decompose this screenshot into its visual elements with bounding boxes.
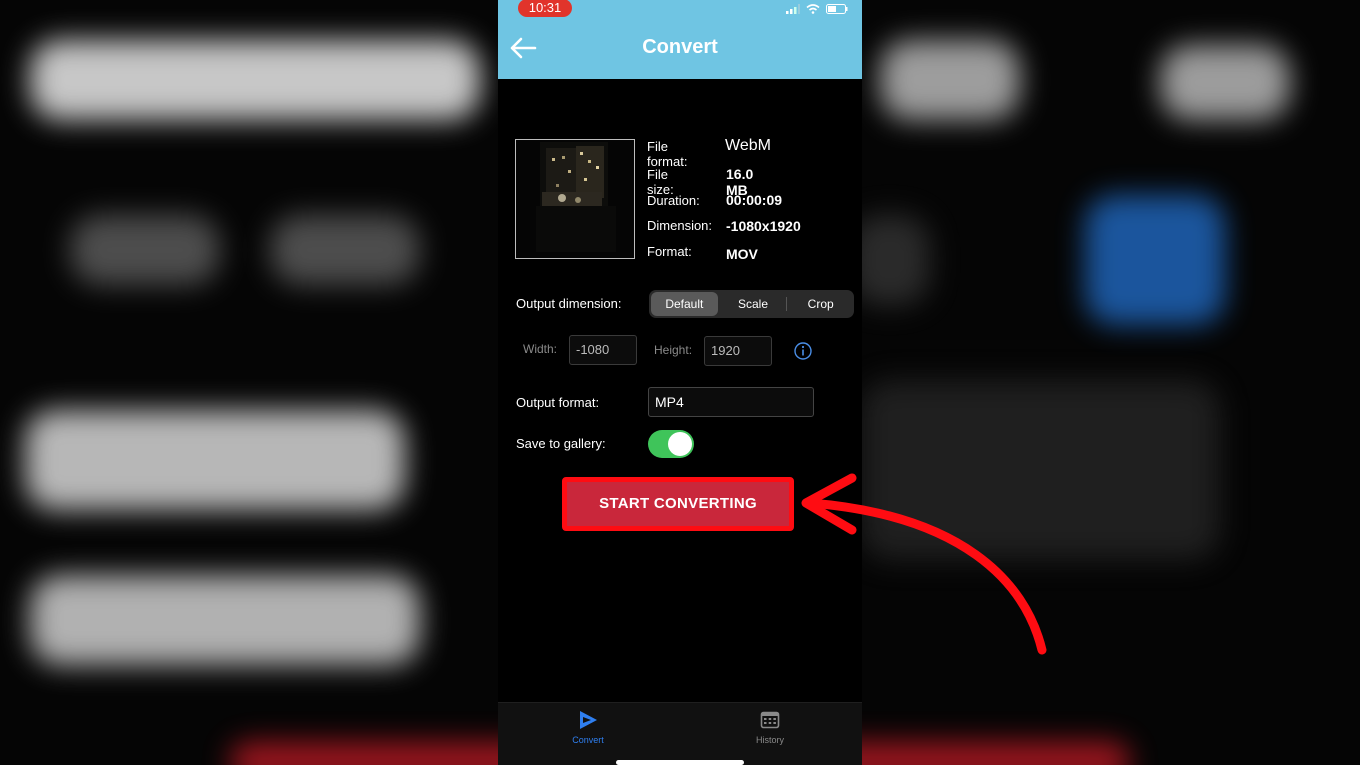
blur-shape <box>1085 195 1225 325</box>
battery-icon <box>826 4 848 14</box>
app-header: 10:31 Convert <box>498 0 862 79</box>
blur-shape <box>850 215 930 305</box>
dimension-label: Dimension: <box>647 218 713 233</box>
segment-scale[interactable]: Scale <box>720 290 787 318</box>
duration-label: Duration: <box>647 193 700 208</box>
video-thumbnail <box>515 139 635 259</box>
dimension-value: -1080x1920 <box>726 218 801 234</box>
height-input[interactable]: 1920 <box>704 336 772 366</box>
tab-history-label: History <box>755 735 784 745</box>
format-label: Format: <box>647 244 692 259</box>
blur-shape <box>880 40 1020 120</box>
save-to-gallery-toggle[interactable] <box>648 430 694 458</box>
toggle-knob <box>668 432 692 456</box>
format-value: MOV <box>726 246 758 262</box>
status-icons <box>786 4 848 14</box>
blur-shape <box>25 410 405 510</box>
output-format-select[interactable]: MP4 <box>648 387 814 417</box>
width-input[interactable]: -1080 <box>569 335 637 365</box>
home-indicator <box>616 760 744 765</box>
tab-bar: Convert History <box>498 702 862 765</box>
tab-convert-label: Convert <box>572 735 604 745</box>
calendar-icon <box>760 711 780 729</box>
output-format-label: Output format: <box>516 395 600 410</box>
file-format-value: WebM <box>725 137 771 154</box>
blur-shape <box>30 575 420 665</box>
thumbnail-image <box>516 140 634 258</box>
red-arrow-annotation-icon <box>801 473 1047 655</box>
signal-icon <box>786 4 800 14</box>
blur-shape <box>70 215 220 285</box>
status-time: 10:31 <box>518 0 572 17</box>
start-converting-button[interactable]: START CONVERTING <box>562 477 794 531</box>
convert-play-icon <box>580 711 597 729</box>
blur-shape <box>270 215 420 285</box>
tab-convert[interactable]: Convert <box>528 709 648 745</box>
segment-crop[interactable]: Crop <box>787 290 854 318</box>
width-label: Width: <box>523 342 558 356</box>
wifi-icon <box>806 4 820 14</box>
output-dimension-label: Output dimension: <box>516 296 622 311</box>
info-icon[interactable] <box>794 342 812 360</box>
segment-default[interactable]: Default <box>651 292 718 316</box>
tab-history[interactable]: History <box>710 709 830 745</box>
duration-value: 00:00:09 <box>726 192 783 208</box>
save-to-gallery-label: Save to gallery: <box>516 436 606 451</box>
page-title: Convert <box>642 36 718 58</box>
blur-shape <box>30 40 480 120</box>
file-format-label: File format: <box>647 139 688 169</box>
output-dimension-segmented-control: Default Scale Crop <box>649 290 854 318</box>
blur-shape <box>1160 45 1290 120</box>
height-label: Height: <box>654 343 693 357</box>
